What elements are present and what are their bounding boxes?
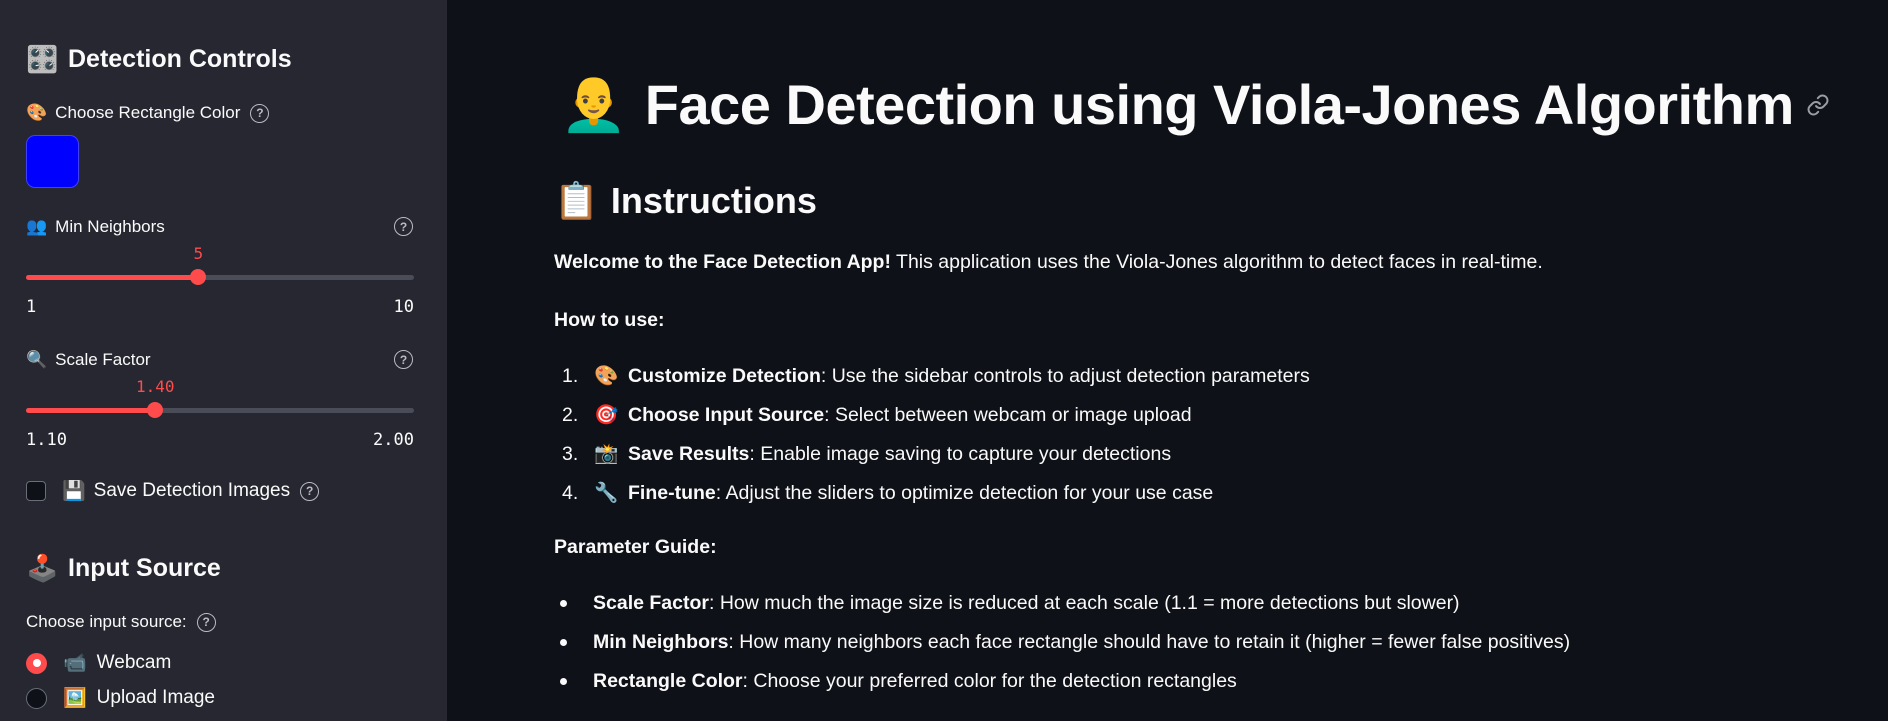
app-root: 🎛️ Detection Controls 🎨 Choose Rectangle… xyxy=(0,0,1888,721)
min-neighbors-label-row: 👥 Min Neighbors xyxy=(26,217,165,237)
bullet-dot xyxy=(560,639,567,646)
welcome-bold: Welcome to the Face Detection App! xyxy=(554,251,891,273)
list-item: 4. 🔧 Fine-tune: Adjust the sliders to op… xyxy=(562,481,1213,505)
video-camera-icon: 📹 xyxy=(63,653,87,674)
webcam-radio[interactable] xyxy=(26,652,47,674)
clipboard-icon: 📋 xyxy=(554,180,599,221)
help-icon[interactable]: ? xyxy=(300,481,320,501)
param-text: : Choose your preferred color for the de… xyxy=(742,670,1237,692)
webcam-label: Webcam xyxy=(96,652,172,673)
min-neighbors-min: 1 xyxy=(26,297,37,317)
page-title: 👨‍🦲 Face Detection using Viola-Jones Alg… xyxy=(560,72,1830,137)
floppy-disk-icon: 💾 xyxy=(62,481,86,502)
list-number: 1. xyxy=(562,364,579,387)
step-title: Choose Input Source xyxy=(628,403,825,426)
rect-color-label: Choose Rectangle Color xyxy=(55,103,241,122)
detection-controls-title: Detection Controls xyxy=(68,45,292,73)
list-item: 2. 🎯 Choose Input Source: Select between… xyxy=(562,403,1192,427)
target-icon: 🎯 xyxy=(594,404,619,426)
help-icon[interactable]: ? xyxy=(394,217,413,236)
camera-flash-icon: 📸 xyxy=(594,443,619,465)
min-neighbors-max: 10 xyxy=(393,297,414,317)
detection-controls-header: 🎛️ Detection Controls xyxy=(26,44,292,75)
upload-label: Upload Image xyxy=(96,687,215,708)
radio-option-webcam[interactable]: 📹 Webcam xyxy=(26,651,171,675)
sidebar: 🎛️ Detection Controls 🎨 Choose Rectangle… xyxy=(0,0,447,721)
bullet-dot xyxy=(560,600,567,607)
radio-option-upload[interactable]: 🖼️ Upload Image xyxy=(26,686,215,710)
slider-fill xyxy=(26,274,199,280)
welcome-text: This application uses the Viola-Jones al… xyxy=(890,251,1543,273)
step-title: Customize Detection xyxy=(628,364,821,387)
step-text: : Adjust the sliders to optimize detecti… xyxy=(715,481,1214,504)
parameter-guide-paragraph: Parameter Guide: xyxy=(554,536,717,559)
param-title: Min Neighbors xyxy=(593,631,729,653)
input-choice-label: Choose input source: xyxy=(26,612,187,631)
step-title: Fine-tune xyxy=(628,481,716,504)
instructions-heading: 📋 Instructions xyxy=(554,180,817,222)
list-item: Rectangle Color: Choose your preferred c… xyxy=(560,670,1237,693)
param-title: Rectangle Color xyxy=(593,670,743,692)
joystick-icon: 🕹️ xyxy=(26,553,59,583)
picture-icon: 🖼️ xyxy=(63,688,87,709)
person-icon: 👨‍🦲 xyxy=(560,74,627,134)
min-neighbors-value: 5 xyxy=(193,244,204,263)
how-to-use-label: How to use: xyxy=(554,309,665,331)
list-number: 4. xyxy=(562,481,579,504)
param-text: : How many neighbors each face rectangle… xyxy=(728,631,1571,653)
instructions-title: Instructions xyxy=(610,180,817,221)
step-text: : Enable image saving to capture your de… xyxy=(749,442,1172,465)
save-images-checkbox[interactable] xyxy=(26,481,46,501)
list-item: 1. 🎨 Customize Detection: Use the sideba… xyxy=(562,364,1310,388)
upload-radio[interactable] xyxy=(26,687,47,709)
slider-thumb[interactable] xyxy=(190,269,207,285)
parameter-guide-label: Parameter Guide: xyxy=(554,536,717,558)
scale-factor-max: 2.00 xyxy=(373,430,414,450)
step-text: : Use the sidebar controls to adjust det… xyxy=(820,364,1310,387)
input-source-header: 🕹️ Input Source xyxy=(26,553,221,584)
welcome-paragraph: Welcome to the Face Detection App! This … xyxy=(554,251,1543,274)
input-choice-label-row: Choose input source: ? xyxy=(26,612,216,632)
scale-factor-label: Scale Factor xyxy=(55,350,151,369)
rect-color-label-row: 🎨 Choose Rectangle Color ? xyxy=(26,103,270,123)
list-number: 2. xyxy=(562,403,579,426)
scale-factor-value: 1.40 xyxy=(135,377,175,396)
palette-icon: 🎨 xyxy=(594,365,619,387)
rect-color-picker[interactable] xyxy=(26,135,79,188)
magnifier-icon: 🔍 xyxy=(26,350,48,369)
step-title: Save Results xyxy=(628,442,750,465)
list-number: 3. xyxy=(562,442,579,465)
scale-factor-min: 1.10 xyxy=(26,430,67,450)
scale-factor-label-row: 🔍 Scale Factor xyxy=(26,350,151,370)
param-text: : How much the image size is reduced at … xyxy=(708,592,1460,614)
palette-icon: 🎨 xyxy=(26,103,48,122)
wrench-icon: 🔧 xyxy=(594,482,619,504)
save-images-row[interactable]: 💾 Save Detection Images ? xyxy=(26,479,320,503)
help-icon[interactable]: ? xyxy=(394,350,413,369)
how-to-use-paragraph: How to use: xyxy=(554,309,665,332)
help-icon[interactable]: ? xyxy=(250,103,270,123)
control-knobs-icon: 🎛️ xyxy=(26,44,59,74)
list-item: Min Neighbors: How many neighbors each f… xyxy=(560,631,1570,654)
list-item: Scale Factor: How much the image size is… xyxy=(560,592,1460,615)
slider-fill xyxy=(26,407,156,413)
page-title-text: Face Detection using Viola-Jones Algorit… xyxy=(644,73,1794,136)
list-item: 3. 📸 Save Results: Enable image saving t… xyxy=(562,442,1171,466)
param-title: Scale Factor xyxy=(593,592,709,614)
step-text: : Select between webcam or image upload xyxy=(824,403,1192,426)
slider-thumb[interactable] xyxy=(147,402,164,418)
help-icon[interactable]: ? xyxy=(196,612,216,632)
min-neighbors-label: Min Neighbors xyxy=(55,217,165,236)
bullet-dot xyxy=(560,678,567,685)
min-neighbors-slider[interactable] xyxy=(26,262,414,292)
scale-factor-slider[interactable] xyxy=(26,395,414,425)
people-icon: 👥 xyxy=(26,217,48,236)
link-icon[interactable] xyxy=(1806,93,1830,117)
save-images-label: Save Detection Images xyxy=(93,480,291,501)
input-source-title: Input Source xyxy=(68,554,221,582)
